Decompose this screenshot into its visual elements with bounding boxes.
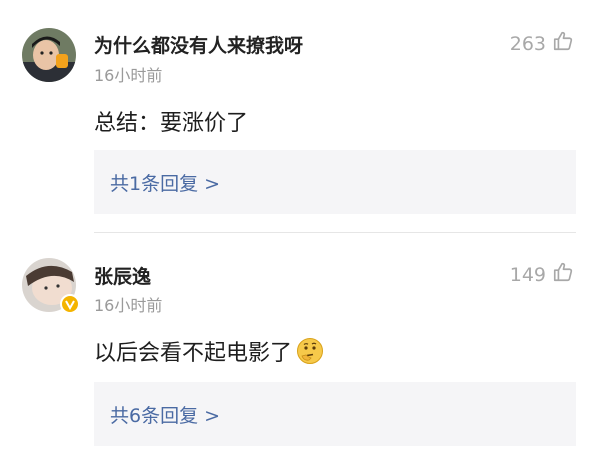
thinking-face-emoji-icon [296, 337, 324, 365]
comment-text: 以后会看不起电影了 [94, 335, 324, 367]
like-button[interactable]: 263 [510, 30, 574, 57]
verified-badge-icon [60, 294, 80, 314]
thumbs-up-icon [552, 30, 574, 57]
like-count: 149 [509, 263, 546, 286]
view-replies-link[interactable]: 共6条回复 > [110, 401, 220, 428]
username[interactable]: 为什么都没有人来撩我呀 [94, 31, 303, 58]
username[interactable]: 张辰逸 [94, 262, 151, 289]
user-avatar[interactable] [22, 28, 76, 82]
like-button[interactable]: 149 [510, 261, 574, 288]
reply-box[interactable]: 共1条回复 > [94, 150, 576, 214]
view-replies-link[interactable]: 共1条回复 > [110, 169, 220, 196]
timestamp: 16小时前 [94, 296, 163, 315]
comment-text: 总结：要涨价了 [94, 111, 249, 136]
like-count: 263 [509, 32, 546, 55]
comment-text-content: 以后会看不起电影了 [94, 341, 293, 366]
timestamp: 16小时前 [94, 66, 163, 85]
divider [94, 232, 576, 233]
reply-box[interactable]: 共6条回复 > [94, 382, 576, 446]
thumbs-up-icon [552, 261, 574, 288]
